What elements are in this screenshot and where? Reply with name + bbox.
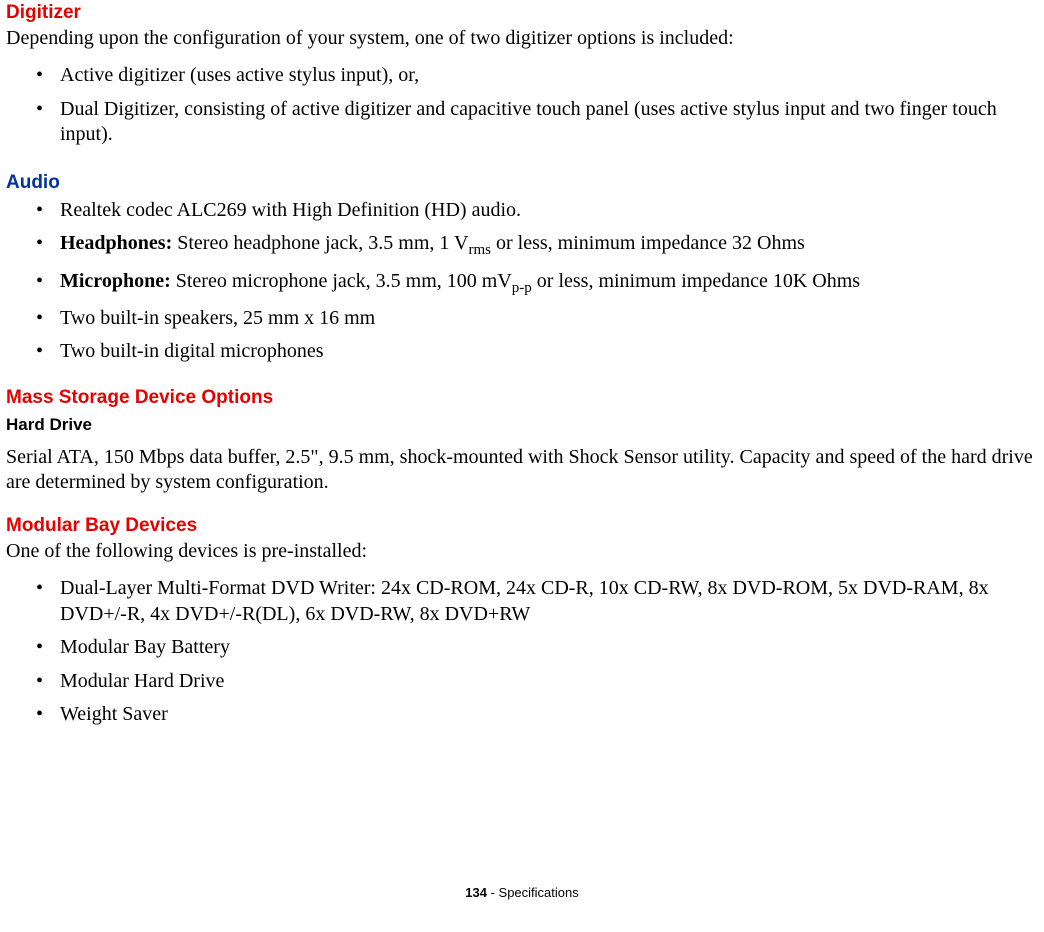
microphone-post: or less, minimum impedance 10K Ohms [532,270,860,292]
list-item: Two built-in digital microphones [36,339,1038,365]
hard-drive-text: Serial ATA, 150 Mbps data buffer, 2.5", … [6,445,1038,495]
headphones-pre: Stereo headphone jack, 3.5 mm, 1 V [172,232,468,254]
microphone-label: Microphone: [60,270,171,292]
headphones-sub: rms [468,242,491,258]
modular-bay-list: Dual-Layer Multi-Format DVD Writer: 24x … [36,576,1038,728]
microphone-sub: p-p [512,280,532,296]
list-item: Active digitizer (uses active stylus inp… [36,63,1038,89]
headphones-label: Headphones: [60,232,172,254]
digitizer-heading: Digitizer [6,2,1038,24]
list-item: Two built-in speakers, 25 mm x 16 mm [36,306,1038,332]
microphone-pre: Stereo microphone jack, 3.5 mm, 100 mV [171,270,512,292]
list-item: Dual Digitizer, consisting of active dig… [36,97,1038,148]
footer-section: - Specifications [487,885,579,900]
modular-bay-heading: Modular Bay Devices [6,515,1038,537]
list-item: Modular Hard Drive [36,669,1038,695]
list-item: Modular Bay Battery [36,635,1038,661]
page-footer: 134 - Specifications [0,885,1044,900]
digitizer-intro: Depending upon the configuration of your… [6,26,1038,51]
audio-heading: Audio [6,172,1038,194]
page-content: Digitizer Depending upon the configurati… [0,2,1044,728]
list-item-microphone: Microphone: Stereo microphone jack, 3.5 … [36,269,1038,298]
modular-bay-intro: One of the following devices is pre-inst… [6,539,1038,564]
audio-list: Realtek codec ALC269 with High Definitio… [36,198,1038,365]
list-item-headphones: Headphones: Stereo headphone jack, 3.5 m… [36,231,1038,260]
list-item: Realtek codec ALC269 with High Definitio… [36,198,1038,224]
list-item: Weight Saver [36,702,1038,728]
list-item: Dual-Layer Multi-Format DVD Writer: 24x … [36,576,1038,627]
hard-drive-subheading: Hard Drive [6,415,1038,435]
mass-storage-heading: Mass Storage Device Options [6,387,1038,409]
digitizer-list: Active digitizer (uses active stylus inp… [36,63,1038,148]
headphones-post: or less, minimum impedance 32 Ohms [491,232,805,254]
page-number: 134 [465,885,487,900]
